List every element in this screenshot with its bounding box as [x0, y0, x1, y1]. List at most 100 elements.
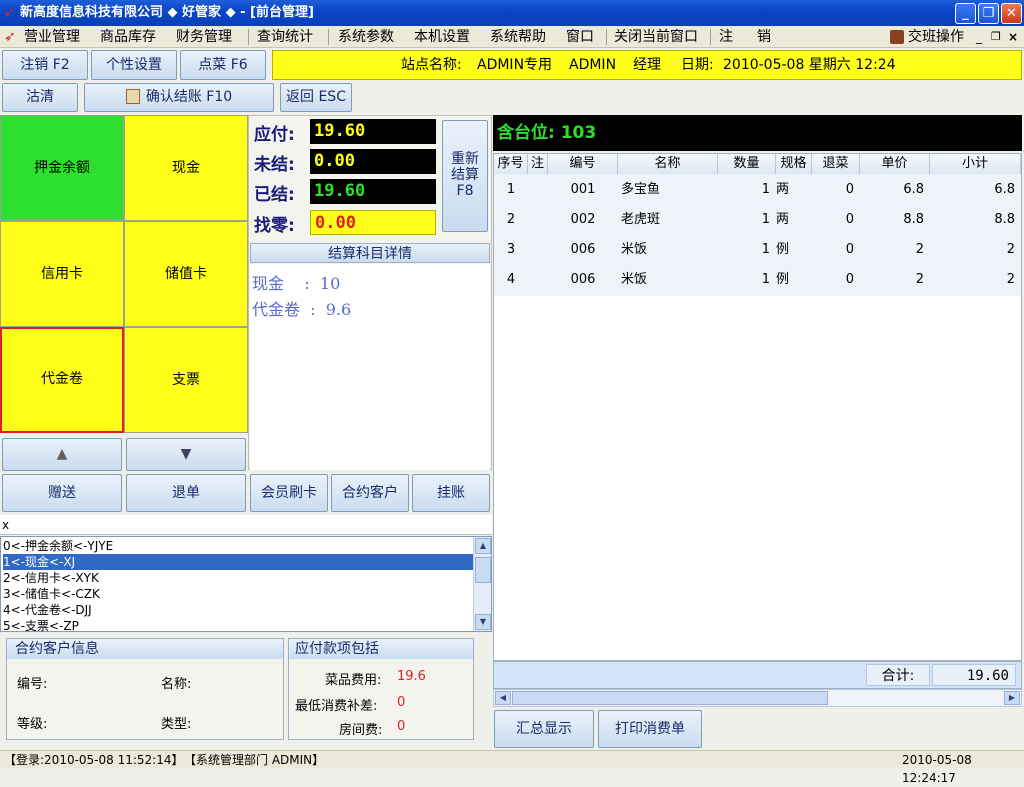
login-time: 【登录:2010-05-08 11:52:14】	[4, 753, 184, 767]
grid-horizontal-scrollbar[interactable]: ◀ ▶	[493, 689, 1022, 707]
column-header[interactable]: 注	[528, 154, 548, 174]
column-header[interactable]: 规格	[776, 154, 812, 174]
scroll-down-arrow-icon[interactable]: ▼	[475, 614, 491, 630]
code-search-input[interactable]: x	[0, 515, 492, 535]
menu-help[interactable]: 系统帮助	[490, 26, 546, 48]
pay-code-list[interactable]: 0<-押金余额<-YJYE 1<-现金<-XJ 2<-信用卡<-XYK 3<-储…	[0, 536, 492, 634]
settled-label: 已结:	[254, 185, 295, 205]
column-header[interactable]: 编号	[548, 154, 618, 174]
confirm-checkout-button[interactable]: 确认结账 F10	[84, 83, 274, 112]
min-consume-label: 最低消费补差:	[295, 699, 378, 714]
order-grid: 序号注编号 名称 数量 规格 退菜 单价 小计 1 001 多宝鱼 1 两 0 6.8 6.8 2 002 老虎斑…	[493, 153, 1022, 661]
close-button[interactable]: ✕	[1001, 3, 1022, 24]
restore-button[interactable]: ❐	[978, 3, 999, 24]
recalc-label-3: F8	[456, 183, 474, 199]
list-item[interactable]: 3<-储值卡<-CZK	[3, 586, 473, 602]
h-scroll-thumb[interactable]	[512, 691, 828, 705]
cancel-order-button[interactable]: 退单	[126, 474, 246, 512]
logout-button[interactable]: 注销 F2	[2, 50, 88, 80]
member-card-button[interactable]: 会员刷卡	[250, 474, 328, 512]
column-header[interactable]: 数量	[718, 154, 776, 174]
contract-level-label: 等级:	[17, 717, 48, 732]
scroll-down-button[interactable]: ▼	[126, 438, 246, 471]
menu-close-current[interactable]: 关闭当前窗口	[614, 26, 698, 48]
detail-panel: 现金 : 10 代金卷 : 9.6	[250, 264, 490, 470]
table-row[interactable]: 3 006 米饭 1 例 0 2 2	[494, 240, 1021, 260]
pay-method-check[interactable]: 支票	[124, 327, 248, 433]
minimize-button[interactable]: _	[955, 3, 976, 24]
menu-shift-handover[interactable]: 交班操作	[908, 26, 964, 48]
table-row[interactable]: 2 002 老虎斑 1 两 0 8.8 8.8	[494, 210, 1021, 230]
mdi-close-icon[interactable]: ×	[1008, 26, 1018, 48]
print-bill-button[interactable]: 打印消费单	[598, 710, 702, 748]
table-cell	[528, 180, 548, 200]
menu-logout-1[interactable]: 注	[719, 26, 733, 48]
column-header[interactable]: 名称	[618, 154, 718, 174]
menu-finance[interactable]: 财务管理	[176, 26, 232, 48]
table-cell: 2	[1006, 242, 1015, 257]
list-item-selected[interactable]: 1<-现金<-XJ	[3, 554, 473, 570]
scroll-right-arrow-icon[interactable]: ▶	[1004, 691, 1020, 705]
detail-line: 现金 : 10	[252, 274, 341, 293]
back-button[interactable]: 返回 ESC	[280, 83, 352, 112]
shift-icon	[890, 30, 904, 44]
pay-method-cash[interactable]: 现金	[124, 115, 248, 221]
order-button[interactable]: 点菜 F6	[180, 50, 266, 80]
menu-query[interactable]: 查询统计	[257, 26, 313, 48]
table-cell: 2	[915, 272, 924, 287]
pay-method-label: 现金	[172, 160, 200, 176]
pay-method-voucher[interactable]: 代金卷	[0, 327, 124, 433]
table-cell: 4	[506, 272, 516, 287]
column-header[interactable]: 序号	[494, 154, 528, 174]
arrow-up-icon: ▲	[56, 446, 68, 462]
table-row[interactable]: 4 006 米饭 1 例 0 2 2	[494, 270, 1021, 290]
table-cell: 两	[776, 212, 790, 227]
total-row: 合计: 19.60	[493, 661, 1022, 689]
due-label: 应付:	[254, 125, 295, 145]
pay-method-stored-card[interactable]: 储值卡	[124, 221, 248, 327]
confirm-checkout-label: 确认结账 F10	[145, 89, 233, 105]
mdi-restore-icon[interactable]: ❐	[991, 26, 1001, 48]
menu-logout-2[interactable]: 销	[757, 26, 771, 48]
scroll-up-arrow-icon[interactable]: ▲	[475, 538, 491, 554]
menu-business[interactable]: 营业管理	[24, 26, 80, 48]
list-scrollbar[interactable]: ▲ ▼	[473, 537, 491, 631]
pay-method-credit-card[interactable]: 信用卡	[0, 221, 124, 327]
table-cell: 0	[845, 182, 854, 197]
dish-fee-label: 菜品费用:	[325, 673, 382, 688]
table-cell: 两	[776, 182, 790, 197]
pay-method-label: 信用卡	[41, 266, 83, 282]
contract-customer-button[interactable]: 合约客户	[331, 474, 409, 512]
recalculate-button[interactable]: 重新 结算 F8	[442, 120, 488, 232]
credit-account-button[interactable]: 挂账	[412, 474, 490, 512]
pay-method-deposit[interactable]: 押金余额	[0, 115, 124, 221]
table-cell: 6.8	[994, 182, 1015, 197]
pay-method-label: 支票	[172, 372, 200, 388]
table-row[interactable]: 1 001 多宝鱼 1 两 0 6.8 6.8	[494, 180, 1021, 200]
menu-local-settings[interactable]: 本机设置	[414, 26, 470, 48]
column-header[interactable]: 退菜	[812, 154, 860, 174]
table-cell: 例	[776, 242, 790, 257]
gift-button[interactable]: 赠送	[2, 474, 122, 512]
column-header[interactable]: 小计	[930, 154, 1021, 174]
list-item[interactable]: 0<-押金余额<-YJYE	[3, 538, 473, 554]
menu-bar: ➶ 营业管理 商品库存 财务管理 查询统计 系统参数 本机设置 系统帮助 窗口 …	[0, 26, 1024, 48]
scroll-thumb[interactable]	[475, 557, 491, 583]
menu-inventory[interactable]: 商品库存	[100, 26, 156, 48]
summary-display-button[interactable]: 汇总显示	[494, 710, 594, 748]
personal-settings-button[interactable]: 个性设置	[91, 50, 177, 80]
table-cell	[528, 240, 548, 260]
table-cell: 0	[845, 272, 854, 287]
payables-panel: 应付款项包括 菜品费用: 19.6 最低消费补差: 0 房间费: 0	[288, 638, 474, 740]
list-item[interactable]: 5<-支票<-ZP	[3, 618, 473, 634]
scroll-up-button[interactable]: ▲	[2, 438, 122, 471]
menu-system-params[interactable]: 系统参数	[338, 26, 394, 48]
list-item[interactable]: 4<-代金卷<-DJJ	[3, 602, 473, 618]
scroll-left-arrow-icon[interactable]: ◀	[495, 691, 511, 705]
menu-window[interactable]: 窗口	[566, 26, 594, 48]
table-cell: 2	[506, 212, 516, 227]
mdi-minimize-icon[interactable]: _	[976, 26, 982, 48]
clear-button[interactable]: 沽清	[2, 83, 78, 112]
list-item[interactable]: 2<-信用卡<-XYK	[3, 570, 473, 586]
column-header[interactable]: 单价	[860, 154, 930, 174]
